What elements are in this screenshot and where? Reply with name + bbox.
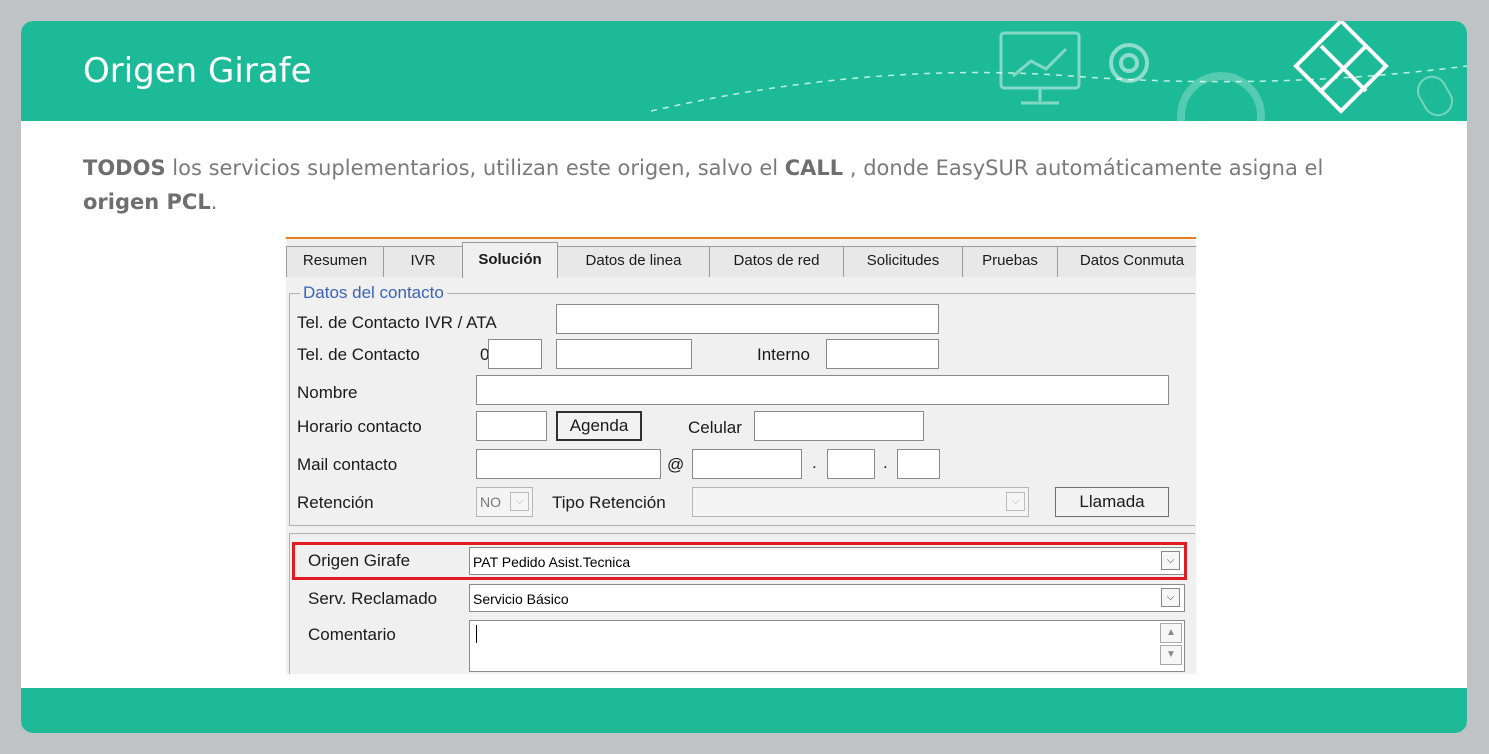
chevron-down-icon: ⌵ — [1006, 492, 1025, 511]
tipo-retencion-label: Tipo Retención — [552, 493, 666, 512]
tab-pruebas[interactable]: Pruebas — [962, 246, 1058, 277]
slide-title: Origen Girafe — [83, 51, 312, 91]
monitor-icon — [999, 31, 1081, 105]
nombre-field[interactable] — [476, 375, 1169, 405]
text-bold: CALL — [784, 156, 844, 180]
interno-field[interactable] — [826, 339, 939, 369]
text-bold: origen PCL — [83, 190, 211, 214]
tab-datos-conmuta[interactable]: Datos Conmuta — [1057, 246, 1196, 277]
mouse-icon — [1417, 75, 1453, 117]
tab-solicitudes[interactable]: Solicitudes — [843, 246, 963, 277]
text-bold: TODOS — [83, 156, 166, 180]
nombre-label: Nombre — [297, 383, 358, 402]
text-cursor — [476, 625, 477, 643]
text: , donde EasySUR automáticamente asigna e… — [843, 156, 1324, 180]
text: los servicios suplementarios, utilizan e… — [165, 156, 785, 180]
mail-dot-1: . — [812, 453, 817, 472]
large-gear-icon — [1177, 72, 1265, 121]
mail-label: Mail contacto — [297, 455, 398, 474]
celular-label: Celular — [688, 418, 742, 437]
interno-label: Interno — [757, 345, 810, 364]
serv-select[interactable]: Servicio Básico ⌵ — [469, 584, 1185, 612]
header-bar: Origen Girafe — [21, 21, 1467, 121]
at-sign: @ — [667, 455, 685, 474]
tab-strip: Resumen IVR Solución Datos de linea Dato… — [286, 242, 1196, 278]
mail-user-field[interactable] — [476, 449, 661, 479]
decorative-icons — [650, 21, 1467, 121]
chevron-down-icon[interactable]: ⌵ — [1161, 588, 1180, 607]
serv-value: Servicio Básico — [473, 591, 569, 607]
gear-icon — [1109, 43, 1149, 83]
group-title: Datos del contacto — [300, 283, 447, 303]
tel-ivr-label: Tel. de Contacto IVR / ATA — [297, 313, 497, 332]
tel-label: Tel. de Contacto — [297, 345, 420, 364]
tab-resumen[interactable]: Resumen — [286, 246, 384, 277]
scroll-up-icon[interactable]: ▲ — [1160, 623, 1182, 643]
tel-number-field[interactable] — [556, 339, 692, 369]
tab-datos-red[interactable]: Datos de red — [709, 246, 844, 277]
tools-icon — [1293, 21, 1389, 114]
retencion-select[interactable]: NO ⌵ — [476, 487, 533, 517]
mail-domain-field[interactable] — [692, 449, 802, 479]
mail-tld-field[interactable] — [827, 449, 875, 479]
celular-field[interactable] — [754, 411, 924, 441]
chevron-down-icon: ⌵ — [510, 492, 529, 511]
retencion-value: NO — [480, 494, 501, 510]
horario-label: Horario contacto — [297, 417, 422, 436]
retencion-label: Retención — [297, 493, 374, 512]
text: . — [210, 190, 218, 214]
tab-datos-linea[interactable]: Datos de linea — [557, 246, 710, 277]
mail-country-field[interactable] — [897, 449, 940, 479]
footer-bar — [21, 688, 1467, 733]
contact-form-screenshot: Resumen IVR Solución Datos de linea Dato… — [286, 237, 1196, 674]
tab-solucion[interactable]: Solución — [462, 242, 558, 278]
serv-label: Serv. Reclamado — [308, 589, 438, 608]
horario-field[interactable] — [476, 411, 547, 441]
section-divider — [289, 533, 1195, 534]
tab-ivr[interactable]: IVR — [383, 246, 463, 277]
llamada-button[interactable]: Llamada — [1055, 487, 1169, 517]
tel-ivr-field[interactable] — [556, 304, 939, 334]
comentario-label: Comentario — [308, 625, 396, 644]
agenda-button[interactable]: Agenda — [556, 411, 642, 441]
section-border — [289, 533, 290, 674]
tel-area-field[interactable] — [488, 339, 542, 369]
scroll-down-icon[interactable]: ▼ — [1160, 645, 1182, 665]
description-paragraph: TODOS los servicios suplementarios, util… — [83, 151, 1383, 219]
slide: Origen Girafe TODOS los servicios suplem… — [21, 21, 1467, 733]
highlight-box — [292, 542, 1187, 580]
tipo-retencion-select[interactable]: ⌵ — [692, 487, 1029, 517]
mail-dot-2: . — [883, 453, 888, 472]
comentario-field[interactable]: ▲ ▼ — [469, 620, 1185, 672]
